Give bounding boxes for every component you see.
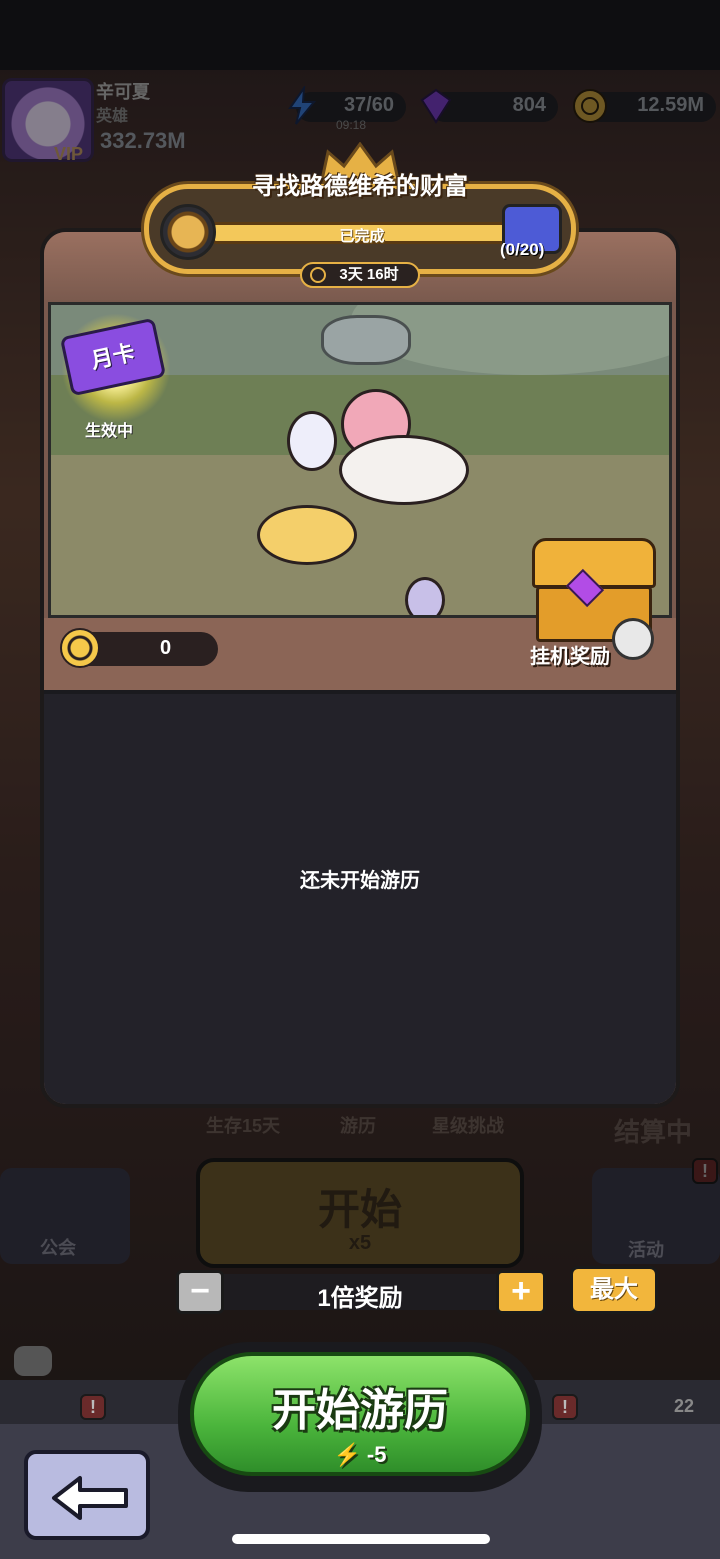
reward-multiplier: − 1倍奖励 + bbox=[176, 1270, 546, 1314]
max-multiplier-button[interactable]: 最大 bbox=[570, 1266, 658, 1314]
start-journey-label: 开始游历 bbox=[272, 1386, 448, 1435]
nav-alert-badge-1: ! bbox=[80, 1394, 106, 1420]
increase-multiplier-button[interactable]: + bbox=[496, 1270, 546, 1314]
home-indicator[interactable] bbox=[232, 1534, 490, 1544]
back-button[interactable] bbox=[24, 1450, 150, 1540]
multiplier-label: 1倍奖励 bbox=[317, 1285, 403, 1312]
idle-reward-label[interactable]: 挂机奖励 bbox=[530, 640, 610, 669]
journey-log: 还未开始游历 bbox=[44, 690, 676, 1104]
start-journey-cost: ⚡ -5 bbox=[194, 1442, 526, 1468]
clock-icon bbox=[612, 618, 654, 660]
pelican-mount bbox=[339, 435, 469, 505]
log-empty-text: 还未开始游历 bbox=[300, 870, 420, 892]
event-banner[interactable]: 寻找路德维希的财富 已完成 (0/20) 3天 16时 bbox=[130, 142, 590, 288]
start-journey-button[interactable]: 开始游历 ⚡ -5 bbox=[178, 1342, 542, 1492]
penguin-king bbox=[405, 577, 445, 615]
lion-pet bbox=[257, 505, 357, 565]
monthly-card-label: 月卡 bbox=[88, 339, 138, 374]
event-progress-label: 已完成 bbox=[339, 228, 385, 245]
start-journey-cost-value: -5 bbox=[366, 1442, 387, 1467]
event-progress-bar: 已完成 bbox=[212, 222, 512, 245]
energy-bolt-icon: ⚡ bbox=[333, 1442, 361, 1467]
journey-panel: 月卡 生效中 0 挂机奖励 还未开始游历 bbox=[40, 228, 680, 1108]
unicorn-pet bbox=[287, 411, 337, 471]
monthly-card-status: 生效中 bbox=[85, 423, 134, 440]
stopwatch-icon bbox=[310, 267, 326, 283]
event-time-left: 3天 16时 bbox=[339, 266, 399, 283]
coin-value: 0 bbox=[160, 637, 172, 659]
event-timer: 3天 16时 bbox=[300, 262, 420, 288]
coin-icon bbox=[60, 628, 100, 668]
gift-count: (0/20) bbox=[500, 240, 545, 259]
nav-count-badge: 22 bbox=[674, 1396, 695, 1416]
decrease-multiplier-button[interactable]: − bbox=[176, 1270, 224, 1314]
chat-icon[interactable] bbox=[14, 1346, 52, 1376]
pickaxe-medal-icon bbox=[160, 204, 216, 260]
coin-counter: 0 bbox=[60, 628, 218, 668]
nav-alert-badge-2: ! bbox=[552, 1394, 578, 1420]
event-title: 寻找路德维希的财富 bbox=[252, 173, 468, 200]
reward-bar: 0 挂机奖励 bbox=[44, 538, 676, 690]
arrow-left-icon bbox=[52, 1476, 128, 1520]
